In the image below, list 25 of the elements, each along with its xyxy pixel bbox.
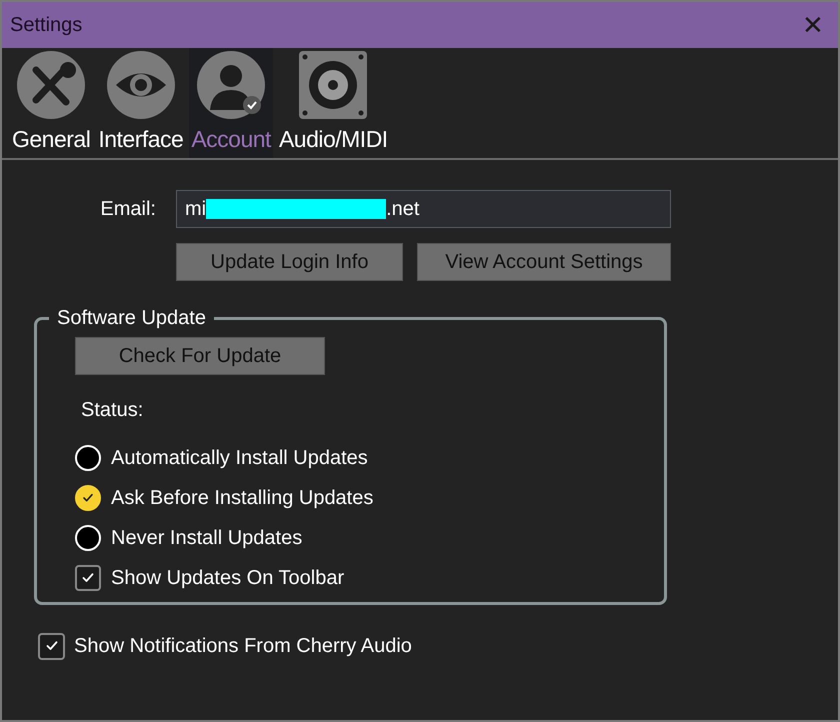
option-label: Show Updates On Toolbar: [111, 566, 344, 591]
tools-icon: [16, 50, 86, 120]
window-title: Settings: [10, 13, 82, 38]
close-button[interactable]: ✕: [796, 12, 830, 38]
option-label: Automatically Install Updates: [111, 446, 368, 471]
section-title: Software Update: [56, 306, 207, 331]
settings-tab[interactable]: Account: [189, 48, 273, 158]
status-label: Status:: [81, 398, 144, 423]
settings-tab[interactable]: General: [10, 48, 92, 158]
account-button[interactable]: View Account Settings: [417, 243, 671, 281]
settings-tab[interactable]: Audio/MIDI: [276, 48, 390, 158]
email-field[interactable]: mi .net: [176, 190, 671, 228]
option-label: Show Notifications From Cherry Audio: [74, 634, 412, 659]
account-button[interactable]: Update Login Info: [176, 243, 403, 281]
eye-icon: [106, 50, 176, 120]
email-label: Email:: [99, 197, 157, 222]
option-label: Never Install Updates: [111, 526, 302, 551]
checkbox[interactable]: [38, 632, 65, 660]
person-icon: [196, 50, 266, 120]
settings-tab[interactable]: Interface: [96, 48, 186, 158]
checkbox[interactable]: [75, 565, 101, 591]
option-label: Ask Before Installing Updates: [111, 486, 374, 511]
speaker-icon: [298, 50, 368, 120]
check-update-button[interactable]: Check For Update: [75, 337, 325, 375]
radio-button[interactable]: [75, 485, 101, 511]
